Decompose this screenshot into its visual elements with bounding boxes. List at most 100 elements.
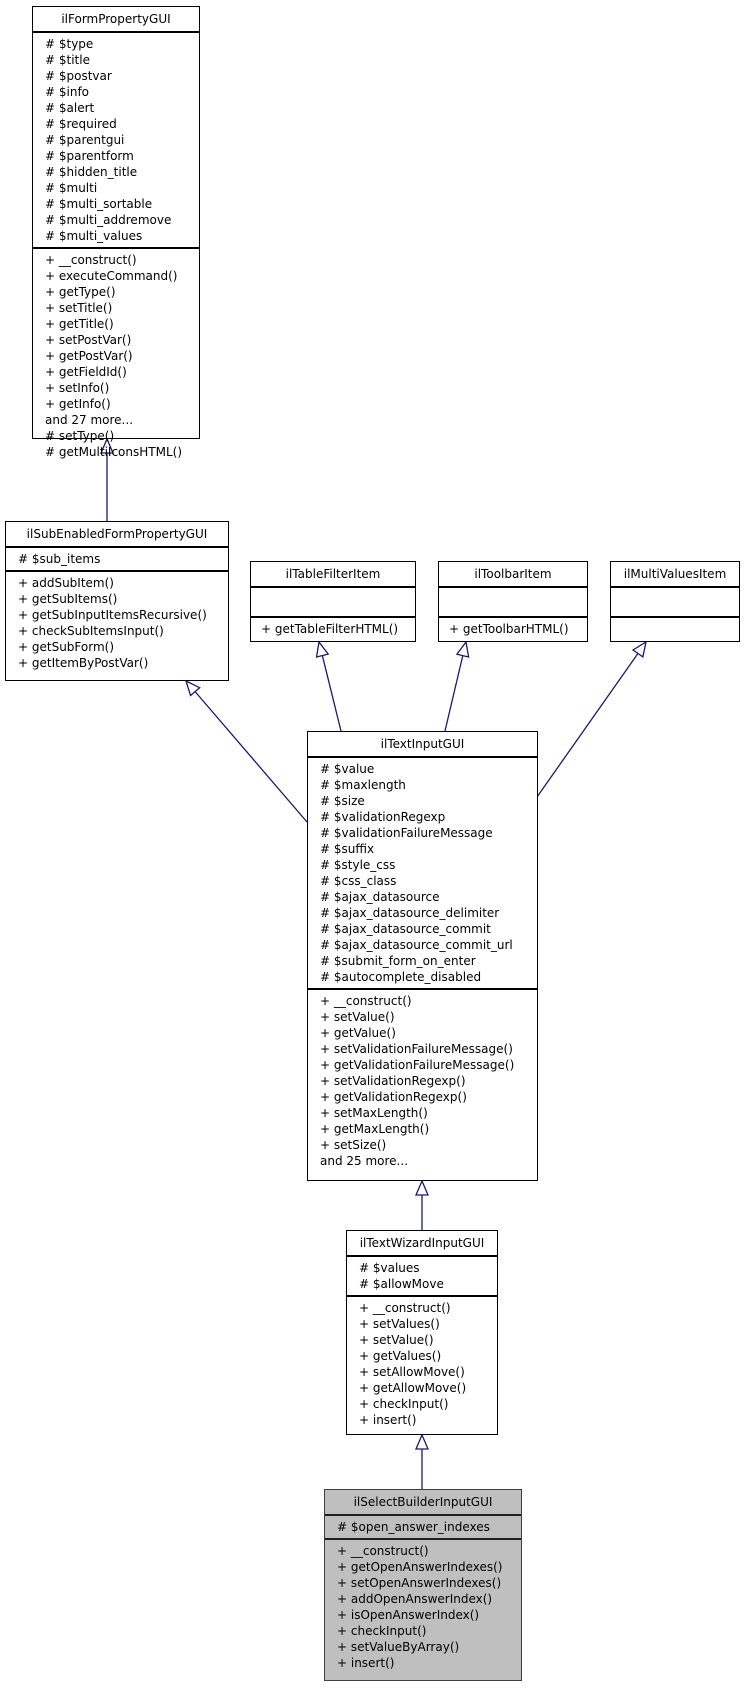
member-item[interactable]: # $allowMove <box>359 1276 489 1292</box>
member-item[interactable]: + getSubItems() <box>18 591 220 607</box>
member-item[interactable]: + insert() <box>337 1655 513 1671</box>
class-ilTextInputGUI[interactable]: ilTextInputGUI # $value # $maxlength # $si… <box>307 731 538 1181</box>
member-item[interactable]: + getSubInputItemsRecursive() <box>18 607 220 623</box>
member-item[interactable]: # $maxlength <box>320 777 529 793</box>
member-item[interactable]: # $info <box>45 84 191 100</box>
member-item[interactable]: + addSubItem() <box>18 575 220 591</box>
attributes-section: # $sub_items <box>6 546 228 570</box>
member-item[interactable]: + setValue() <box>359 1332 489 1348</box>
member-item[interactable]: # $multi <box>45 180 191 196</box>
member-item[interactable]: # $required <box>45 116 191 132</box>
member-item[interactable]: + checkSubItemsInput() <box>18 623 220 639</box>
member-item[interactable]: + insert() <box>359 1412 489 1428</box>
member-item[interactable]: + setOpenAnswerIndexes() <box>337 1575 513 1591</box>
member-item[interactable]: # $values <box>359 1260 489 1276</box>
member-item[interactable]: + __construct() <box>45 252 191 268</box>
member-item[interactable]: # $postvar <box>45 68 191 84</box>
hollow-arrowhead-icon <box>315 640 330 658</box>
member-item[interactable]: + getItemByPostVar() <box>18 655 220 671</box>
more-members-link[interactable]: and 27 more... <box>45 412 191 428</box>
class-ilSubEnabledFormPropertyGUI[interactable]: ilSubEnabledFormPropertyGUI # $sub_items… <box>5 521 229 681</box>
class-ilTableFilterItem[interactable]: ilTableFilterItem + getTableFilterHTML() <box>250 561 416 642</box>
more-members-link[interactable]: and 25 more... <box>320 1153 529 1169</box>
member-item[interactable]: + __construct() <box>359 1300 489 1316</box>
member-item[interactable]: + getValues() <box>359 1348 489 1364</box>
member-item[interactable]: + addOpenAnswerIndex() <box>337 1591 513 1607</box>
member-item[interactable]: # $validationFailureMessage <box>320 825 529 841</box>
member-item[interactable]: + setValues() <box>359 1316 489 1332</box>
member-item[interactable]: # getMultiIconsHTML() <box>45 444 191 460</box>
member-item[interactable]: # $ajax_datasource_commit_url <box>320 937 529 953</box>
class-name: ilMultiValuesItem <box>623 567 727 581</box>
class-ilTextWizardInputGUI[interactable]: ilTextWizardInputGUI # $values # $allowMo… <box>346 1230 498 1435</box>
member-item[interactable]: + getSubForm() <box>18 639 220 655</box>
member-item[interactable]: # $multi_sortable <box>45 196 191 212</box>
member-item[interactable]: + getValue() <box>320 1025 529 1041</box>
class-ilMultiValuesItem[interactable]: ilMultiValuesItem <box>610 561 740 642</box>
member-item[interactable]: # $ajax_datasource_delimiter <box>320 905 529 921</box>
member-item[interactable]: + getTitle() <box>45 316 191 332</box>
class-ilFormPropertyGUI[interactable]: ilFormPropertyGUI # $type # $title # $post… <box>32 6 200 459</box>
member-item[interactable]: # $hidden_title <box>45 164 191 180</box>
member-item[interactable]: # $validationRegexp <box>320 809 529 825</box>
member-item[interactable]: + executeCommand() <box>45 268 191 284</box>
member-item[interactable]: + setValueByArray() <box>337 1639 513 1655</box>
member-item[interactable]: + setSize() <box>320 1137 529 1153</box>
member-item[interactable]: + getOpenAnswerIndexes() <box>337 1559 513 1575</box>
member-item[interactable]: + setValidationFailureMessage() <box>320 1041 529 1057</box>
member-item[interactable]: # $parentform <box>45 148 191 164</box>
member-item[interactable]: # $style_css <box>320 857 529 873</box>
member-item[interactable]: + getToolbarHTML() <box>449 621 579 637</box>
member-item[interactable]: + getInfo() <box>45 396 191 412</box>
member-item[interactable]: # $type <box>45 36 191 52</box>
member-item[interactable]: + getFieldId() <box>45 364 191 380</box>
member-item[interactable]: + checkInput() <box>337 1623 513 1639</box>
member-item[interactable]: # $multi_addremove <box>45 212 191 228</box>
member-item[interactable]: + getAllowMove() <box>359 1380 489 1396</box>
class-ilSelectBuilderInputGUI[interactable]: ilSelectBuilderInputGUI # $open_answer_i… <box>324 1489 522 1681</box>
edge-line <box>194 691 308 823</box>
member-item[interactable]: + setPostVar() <box>45 332 191 348</box>
member-item[interactable]: + __construct() <box>337 1543 513 1559</box>
member-item[interactable]: + setValidationRegexp() <box>320 1073 529 1089</box>
member-item[interactable]: + setMaxLength() <box>320 1105 529 1121</box>
member-item[interactable]: + getPostVar() <box>45 348 191 364</box>
member-item[interactable]: + getValidationRegexp() <box>320 1089 529 1105</box>
member-item[interactable]: # setType() <box>45 428 191 444</box>
member-item[interactable]: # $suffix <box>320 841 529 857</box>
member-item[interactable]: + isOpenAnswerIndex() <box>337 1607 513 1623</box>
member-item[interactable]: # $multi_values <box>45 228 191 244</box>
member-item[interactable]: # $ajax_datasource_commit <box>320 921 529 937</box>
member-item[interactable]: + setInfo() <box>45 380 191 396</box>
member-item[interactable]: # $autocomplete_disabled <box>320 969 529 985</box>
member-item[interactable]: # $alert <box>45 100 191 116</box>
methods-section: + __construct() + executeCommand() + getTy… <box>33 247 199 463</box>
class-ilToolbarItem[interactable]: ilToolbarItem + getToolbarHTML() <box>438 561 588 642</box>
member-item[interactable]: # $open_answer_indexes <box>337 1519 513 1535</box>
member-item[interactable]: + getTableFilterHTML() <box>261 621 407 637</box>
member-item[interactable]: # $size <box>320 793 529 809</box>
member-item[interactable]: + getMaxLength() <box>320 1121 529 1137</box>
methods-section: + getToolbarHTML() <box>439 616 587 640</box>
member-item[interactable]: # $sub_items <box>18 551 220 567</box>
member-item[interactable]: # $ajax_datasource <box>320 889 529 905</box>
methods-section: + __construct() + setValues() + setValue()… <box>347 1295 497 1431</box>
edge-line <box>444 655 464 732</box>
hollow-arrowhead-icon <box>415 1179 429 1196</box>
member-item[interactable]: # $css_class <box>320 873 529 889</box>
methods-section: + addSubItem() + getSubItems() + getSubInp… <box>6 570 228 674</box>
member-item[interactable]: + setTitle() <box>45 300 191 316</box>
hollow-arrowhead-icon <box>184 679 201 697</box>
member-item[interactable]: + getType() <box>45 284 191 300</box>
member-item[interactable]: # $submit_form_on_enter <box>320 953 529 969</box>
member-item[interactable]: + __construct() <box>320 993 529 1009</box>
member-item[interactable]: + getValidationFailureMessage() <box>320 1057 529 1073</box>
member-item[interactable]: # $parentgui <box>45 132 191 148</box>
member-item[interactable]: # $value <box>320 761 529 777</box>
attributes-section: # $values # $allowMove <box>347 1255 497 1295</box>
member-item[interactable]: + setValue() <box>320 1009 529 1025</box>
member-item[interactable]: + setAllowMove() <box>359 1364 489 1380</box>
member-item[interactable]: + checkInput() <box>359 1396 489 1412</box>
methods-section: + __construct() + setValue() + getValue() +… <box>308 988 537 1172</box>
member-item[interactable]: # $title <box>45 52 191 68</box>
